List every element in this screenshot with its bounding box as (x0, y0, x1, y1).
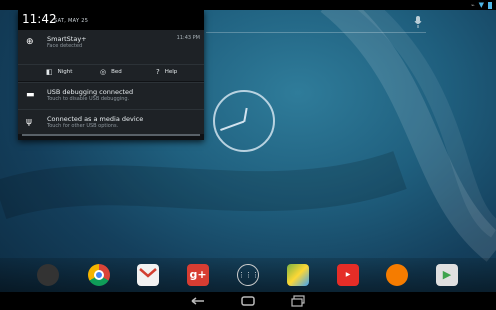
youtube-icon[interactable]: ▶ (337, 264, 359, 286)
shade-handle[interactable] (18, 134, 204, 140)
app-icon[interactable] (37, 264, 59, 286)
night-icon: ◧ (46, 68, 53, 76)
gmail-icon[interactable] (137, 264, 159, 286)
notification-title: SmartStay+ (47, 35, 87, 43)
search-bar[interactable] (206, 14, 426, 33)
notification-subtitle: Face detected (47, 43, 83, 49)
smartstay-actions: ◧ Night ◎ Bed ? Help (18, 64, 204, 81)
shade-header: 11:42 SAT, MAY 25 (18, 10, 204, 30)
analog-clock-widget[interactable] (213, 90, 275, 152)
usb-icon: ⌁ (470, 1, 475, 9)
crosshair-icon: ⊕ (26, 37, 34, 47)
back-button[interactable] (190, 295, 206, 307)
help-label: Help (164, 69, 178, 75)
bed-icon: ◎ (100, 68, 107, 76)
maps-icon[interactable] (287, 264, 309, 286)
hour-hand (243, 107, 248, 122)
recents-button[interactable] (290, 295, 306, 307)
help-action-button[interactable]: ? Help (156, 68, 177, 76)
wifi-icon: ▼ (478, 1, 484, 9)
dock: g+ ⋮⋮⋮ ▶ ▶ (0, 258, 496, 292)
play-store-icon[interactable]: ▶ (436, 264, 458, 286)
mic-icon[interactable] (414, 16, 422, 28)
notification-usb-debugging[interactable]: ▬ USB debugging connected Touch to disab… (18, 82, 204, 109)
usb-icon: ψ (26, 117, 32, 127)
status-bar: ⌁ ▼ (0, 0, 496, 10)
battery-icon (488, 1, 492, 9)
notification-time: 11:43 PM (176, 35, 200, 41)
notification-media-device[interactable]: ψ Connected as a media device Touch for … (18, 109, 204, 135)
notification-smartstay[interactable]: ⊕ SmartStay+ Face detected 11:43 PM (18, 30, 204, 64)
minute-hand (220, 121, 245, 132)
apps-drawer-icon[interactable]: ⋮⋮⋮ (237, 264, 259, 286)
navigation-bar (0, 292, 496, 310)
notification-subtitle: Touch for other USB options. (47, 123, 119, 129)
notification-title: Connected as a media device (47, 115, 144, 123)
notification-shade[interactable]: 11:42 SAT, MAY 25 ⊕ SmartStay+ Face dete… (18, 10, 204, 140)
home-button[interactable] (240, 295, 256, 307)
chrome-icon[interactable] (88, 264, 110, 286)
notification-title: USB debugging connected (47, 88, 134, 96)
help-icon: ? (156, 68, 160, 76)
shade-time: 11:42 (22, 12, 57, 26)
night-label: Night (57, 69, 73, 75)
night-action-button[interactable]: ◧ Night (46, 68, 72, 76)
shade-date: SAT, MAY 25 (54, 18, 89, 24)
play-music-icon[interactable] (386, 264, 408, 286)
google-plus-icon[interactable]: g+ (187, 264, 209, 286)
bed-label: Bed (111, 69, 122, 75)
android-icon: ▬ (26, 90, 35, 100)
notification-subtitle: Touch to disable USB debugging. (47, 96, 130, 102)
bed-action-button[interactable]: ◎ Bed (100, 68, 122, 76)
